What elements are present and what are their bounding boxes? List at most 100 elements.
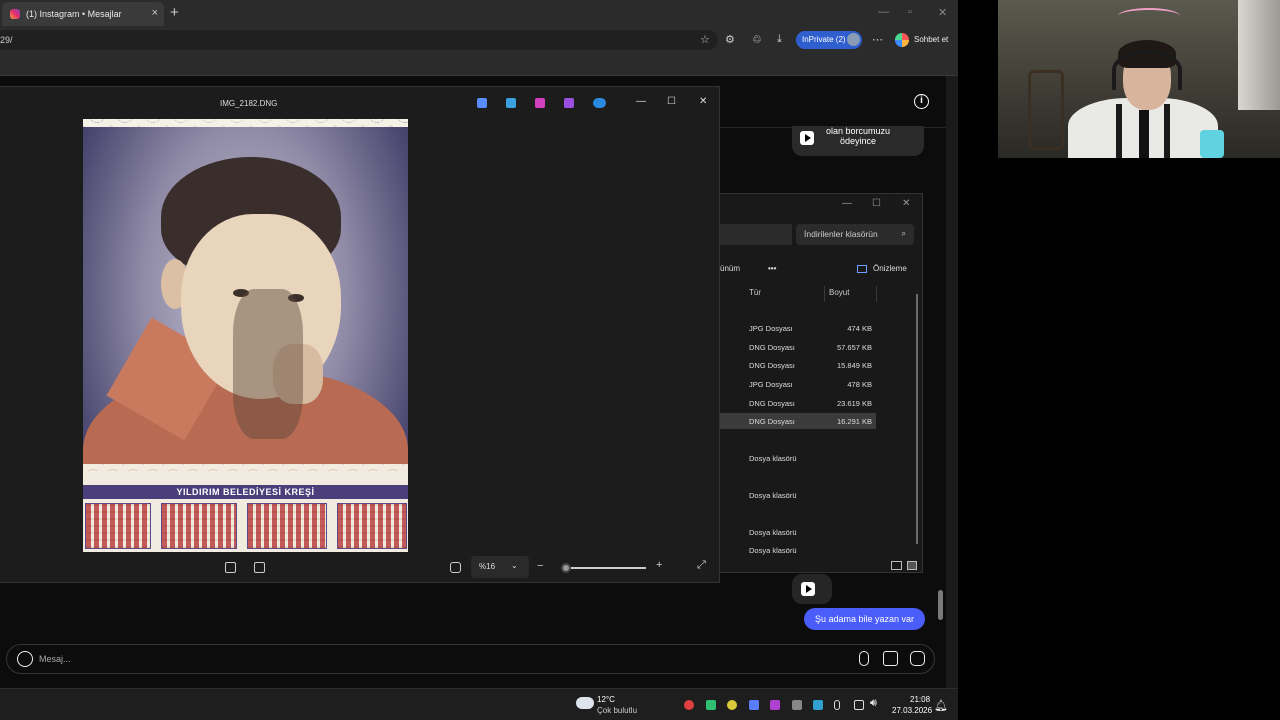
tray-app-icon-2[interactable] [706,700,716,710]
photos-app-window: IMG_2182.DNG — ☐ ✕ YILDIRIM BELEDİYESİ K… [0,86,720,583]
address-input[interactable]: 29/ [0,30,718,50]
tab-bar: (1) Instagram • Mesajlar × + — ▫ ✕ [0,0,958,28]
explorer-minimize-icon[interactable]: — [842,198,852,209]
zoom-slider-knob[interactable] [561,563,571,573]
file-row[interactable]: Dosya klasörü [720,524,876,540]
volume-icon[interactable]: 🔊︎ [870,697,877,710]
screenshot-icon[interactable] [450,562,461,573]
weather-desc[interactable]: Çok bulutlu [597,706,637,715]
explorer-maximize-icon[interactable]: ☐ [872,198,881,209]
file-row[interactable]: DNG Dosyası 23.619 KB [720,395,876,411]
emoji-icon[interactable] [17,651,33,667]
file-type: DNG Dosyası [749,399,795,408]
file-row[interactable]: JPG Dosyası 478 KB [720,376,876,392]
tiles-view-icon[interactable] [907,561,917,570]
actual-size-icon[interactable] [254,562,265,573]
calendar-grid-3 [247,503,327,549]
file-type: DNG Dosyası [749,361,795,370]
new-tab-button[interactable]: + [170,4,179,21]
details-view-icon[interactable] [891,561,902,570]
sent-message[interactable]: Şu adama bile yazan var [804,608,925,630]
preview-button[interactable]: Önizleme [873,264,907,273]
message-composer[interactable]: Mesaj... [6,644,935,674]
tray-microphone-icon[interactable] [834,700,840,710]
browser-window: (1) Instagram • Mesajlar × + — ▫ ✕ 29/ ☆… [0,0,958,688]
zoom-in-icon[interactable]: + [656,559,662,571]
clock-date[interactable]: 27.03.2026 [892,706,932,715]
page-scrollbar[interactable] [938,76,958,688]
file-size: 15.849 KB [836,361,872,370]
weather-temp[interactable]: 12°C [597,695,615,704]
more-options-icon[interactable]: ••• [768,264,776,273]
explorer-close-icon[interactable]: ✕ [902,198,910,209]
explorer-scrollbar[interactable] [916,294,918,544]
file-size: 16.291 KB [836,417,872,426]
minimize-icon[interactable]: — [878,6,889,18]
view-button[interactable]: ünüm [720,264,740,273]
zoom-out-icon[interactable]: − [537,560,543,572]
copilot-icon[interactable] [895,33,909,47]
file-type: JPG Dosyası [749,324,793,333]
close-button[interactable]: ✕ [699,96,707,107]
tray-app-icon-7[interactable] [813,700,823,710]
fullscreen-icon[interactable]: ⤢ [697,559,706,572]
address-field[interactable] [720,224,792,245]
cloud-icon[interactable] [576,697,594,709]
close-tab-icon[interactable]: × [152,7,158,19]
tray-app-icon-6[interactable] [792,700,802,710]
profile-avatar[interactable] [847,33,860,46]
file-row[interactable]: Dosya klasörü [720,542,876,558]
photo-shadow [233,289,303,439]
notification-bell-icon[interactable]: 🔔︎ [934,699,948,712]
close-window-icon[interactable]: ✕ [938,6,947,19]
zoom-dropdown[interactable]: %16 ⌄ [471,556,529,578]
webcam-neon-sign [1118,8,1180,24]
minimize-button[interactable]: — [636,96,646,107]
file-type: Dosya klasörü [749,546,797,555]
file-row[interactable]: Dosya klasörü [720,450,876,466]
tray-app-icon-5[interactable] [770,700,780,710]
download-icon[interactable]: ⤓ [777,33,782,46]
more-menu-icon[interactable]: ⋯ [872,33,883,46]
search-input[interactable]: İndirilenler klasörün ⌕ [796,224,914,245]
copilot-app-icon[interactable] [477,98,487,108]
designer-app-icon[interactable] [535,98,545,108]
file-row[interactable]: DNG Dosyası 15.849 KB [720,357,876,373]
sticker-icon[interactable] [910,651,925,666]
clipchamp-app-icon[interactable] [564,98,574,108]
file-row[interactable]: JPG Dosyası 474 KB [720,320,876,336]
clock-time[interactable]: 21:08 [910,695,930,704]
column-size[interactable]: Boyut [825,286,877,302]
preview-pane-icon [857,265,867,273]
performance-icon[interactable]: ♲ [752,33,762,46]
file-row[interactable]: DNG Dosyası 57.657 KB [720,339,876,355]
calendar-title: YILDIRIM BELEDİYESİ KREŞİ [83,485,408,499]
chat-button[interactable]: Sohbet et [914,35,948,44]
favorite-star-icon[interactable]: ☆ [700,33,710,46]
tray-display-icon[interactable] [854,700,864,710]
column-type[interactable]: Tür [745,286,825,302]
image-icon[interactable] [883,651,898,666]
restore-icon[interactable]: ▫ [908,6,912,18]
tray-app-icon-1[interactable] [684,700,694,710]
file-row[interactable]: DNG Dosyası 16.291 KB [720,413,876,429]
reel-play-icon [800,131,814,145]
onedrive-icon[interactable] [593,98,606,108]
search-placeholder: İndirilenler klasörün [804,229,878,239]
photo-scallop-border [83,119,408,127]
extensions-icon[interactable]: ⚙ [725,33,735,46]
paint-app-icon[interactable] [506,98,516,108]
microphone-icon[interactable] [859,651,869,666]
info-icon[interactable]: i [914,94,929,109]
tray-app-icon-4[interactable] [749,700,759,710]
webcam-tie [1139,110,1149,158]
tab-instagram[interactable]: (1) Instagram • Mesajlar × [2,2,164,26]
scrollbar-thumb[interactable] [938,590,943,620]
file-row[interactable]: Dosya klasörü [720,487,876,503]
photo-image[interactable]: YILDIRIM BELEDİYESİ KREŞİ [83,119,408,552]
fit-screen-icon[interactable] [225,562,236,573]
tray-app-icon-3[interactable] [727,700,737,710]
maximize-button[interactable]: ☐ [667,96,676,107]
zoom-slider-track[interactable] [562,567,646,569]
message-input[interactable]: Mesaj... [39,654,71,664]
